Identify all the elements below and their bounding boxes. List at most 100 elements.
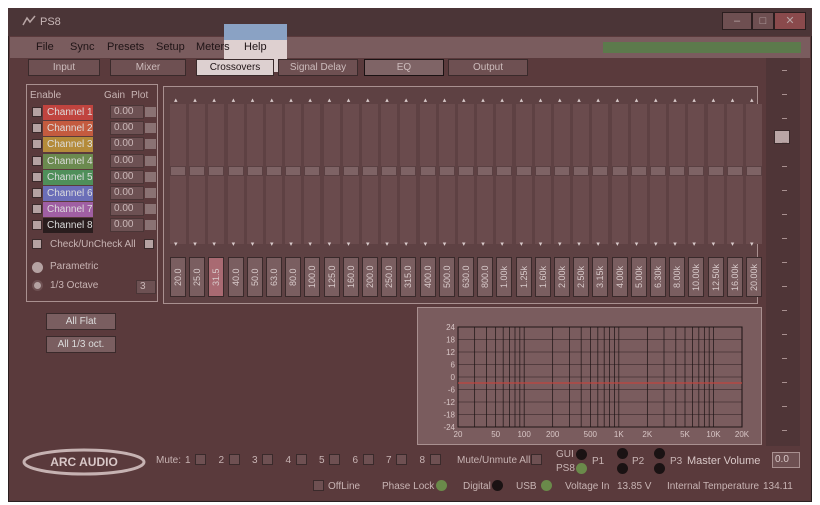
- mute-all-checkbox[interactable]: [531, 454, 542, 465]
- eq-frequency-button[interactable]: 1.60k: [534, 257, 551, 297]
- eq-frequency-button[interactable]: 16.00k: [726, 257, 743, 297]
- tab-input[interactable]: Input: [28, 59, 100, 76]
- channel-plot-checkbox[interactable]: [145, 155, 156, 166]
- menu-presets[interactable]: Presets: [107, 41, 144, 53]
- eq-band-knob[interactable]: [419, 166, 436, 176]
- parametric-radio[interactable]: [32, 262, 43, 273]
- eq-band-knob[interactable]: [208, 166, 225, 176]
- eq-frequency-button[interactable]: 160.0: [342, 257, 359, 297]
- all-third-octave-button[interactable]: All 1/3 oct.: [46, 336, 116, 353]
- tab-eq[interactable]: EQ: [364, 59, 444, 76]
- eq-frequency-button[interactable]: 4.00k: [611, 257, 628, 297]
- maximize-button[interactable]: □: [752, 12, 774, 30]
- menu-setup[interactable]: Setup: [156, 41, 185, 53]
- eq-frequency-button[interactable]: 400.0: [419, 257, 436, 297]
- eq-frequency-button[interactable]: 250.0: [381, 257, 398, 297]
- channel-plot-checkbox[interactable]: [145, 107, 156, 117]
- channel-gain-field[interactable]: 0.00: [110, 153, 144, 168]
- eq-frequency-button[interactable]: 20.0: [170, 257, 186, 297]
- check-all-checkbox[interactable]: [32, 239, 42, 249]
- eq-band-knob[interactable]: [650, 166, 666, 176]
- eq-band-knob[interactable]: [458, 166, 474, 176]
- eq-band-knob[interactable]: [381, 166, 398, 176]
- eq-frequency-button[interactable]: 10.00k: [688, 257, 705, 297]
- eq-frequency-button[interactable]: 12.50k: [707, 257, 724, 297]
- master-volume-field[interactable]: 0.0: [772, 452, 800, 468]
- eq-band-knob[interactable]: [246, 166, 263, 176]
- channel-gain-field[interactable]: 0.00: [110, 137, 144, 152]
- mute-channel-checkbox[interactable]: [295, 454, 307, 465]
- close-button[interactable]: ✕: [774, 12, 806, 30]
- channel-gain-field[interactable]: 0.00: [110, 186, 144, 200]
- eq-band-knob[interactable]: [688, 166, 705, 176]
- channel-gain-field[interactable]: 0.00: [110, 218, 144, 233]
- eq-band-knob[interactable]: [534, 166, 551, 176]
- eq-frequency-button[interactable]: 40.0: [227, 257, 244, 297]
- eq-band-knob[interactable]: [227, 166, 244, 176]
- eq-frequency-button[interactable]: 125.0: [323, 257, 340, 297]
- menu-help[interactable]: Help: [244, 41, 267, 53]
- eq-band-knob[interactable]: [554, 166, 570, 176]
- channel-plot-checkbox[interactable]: [145, 171, 156, 182]
- p2-indicator-top[interactable]: [654, 448, 665, 459]
- eq-band-knob[interactable]: [362, 166, 378, 176]
- channel-enable-checkbox[interactable]: [32, 204, 42, 215]
- mute-channel-checkbox[interactable]: [262, 454, 273, 465]
- mute-channel-checkbox[interactable]: [195, 454, 206, 465]
- eq-frequency-button[interactable]: 200.0: [362, 257, 378, 297]
- eq-frequency-button[interactable]: 5.00k: [630, 257, 647, 297]
- channel-enable-checkbox[interactable]: [32, 123, 42, 134]
- eq-band-knob[interactable]: [189, 166, 206, 176]
- offline-checkbox[interactable]: [313, 480, 324, 491]
- eq-frequency-button[interactable]: 63.0: [266, 257, 282, 297]
- channel-enable-checkbox[interactable]: [32, 155, 42, 166]
- channel-gain-field[interactable]: 0.00: [110, 202, 144, 217]
- eq-frequency-button[interactable]: 80.0: [285, 257, 302, 297]
- channel-enable-checkbox[interactable]: [32, 139, 42, 150]
- eq-frequency-button[interactable]: 6.30k: [650, 257, 666, 297]
- p1-indicator-bottom[interactable]: [617, 463, 628, 474]
- mute-channel-checkbox[interactable]: [329, 454, 340, 465]
- eq-band-knob[interactable]: [304, 166, 321, 176]
- eq-frequency-button[interactable]: 500.0: [438, 257, 455, 297]
- tab-output[interactable]: Output: [448, 59, 528, 76]
- eq-frequency-button[interactable]: 2.50k: [573, 257, 590, 297]
- eq-band-knob[interactable]: [266, 166, 282, 176]
- channel-plot-checkbox[interactable]: [145, 123, 156, 134]
- mute-channel-checkbox[interactable]: [228, 454, 240, 465]
- eq-band-knob[interactable]: [630, 166, 647, 176]
- eq-band-knob[interactable]: [477, 166, 494, 176]
- eq-band-knob[interactable]: [342, 166, 359, 176]
- eq-band-knob[interactable]: [746, 166, 762, 176]
- eq-frequency-button[interactable]: 8.00k: [669, 257, 686, 297]
- eq-band-knob[interactable]: [323, 166, 340, 176]
- eq-frequency-button[interactable]: 50.0: [246, 257, 263, 297]
- channel-plot-checkbox[interactable]: [145, 188, 156, 198]
- eq-frequency-button[interactable]: 630.0: [458, 257, 474, 297]
- menu-meters[interactable]: Meters: [196, 41, 230, 53]
- channel-gain-field[interactable]: 0.00: [110, 105, 144, 119]
- third-octave-radio[interactable]: [32, 280, 43, 291]
- all-flat-button[interactable]: All Flat: [46, 313, 116, 330]
- master-volume-slider[interactable]: [766, 58, 800, 446]
- menu-file[interactable]: File: [36, 41, 54, 53]
- eq-band-knob[interactable]: [438, 166, 455, 176]
- eq-band-knob[interactable]: [592, 166, 609, 176]
- eq-band-knob[interactable]: [707, 166, 724, 176]
- eq-band-knob[interactable]: [515, 166, 532, 176]
- mute-channel-checkbox[interactable]: [362, 454, 374, 465]
- eq-band-knob[interactable]: [669, 166, 686, 176]
- menu-sync[interactable]: Sync: [70, 41, 94, 53]
- channel-plot-checkbox[interactable]: [145, 220, 156, 231]
- p2-indicator-bottom[interactable]: [654, 463, 665, 474]
- channel-plot-checkbox[interactable]: [145, 204, 156, 215]
- tab-crossovers[interactable]: Crossovers: [196, 59, 274, 76]
- channel-enable-checkbox[interactable]: [32, 171, 42, 182]
- eq-frequency-button[interactable]: 1.00k: [496, 257, 513, 297]
- channel-gain-field[interactable]: 0.00: [110, 169, 144, 184]
- eq-band-knob[interactable]: [611, 166, 628, 176]
- p1-indicator-top[interactable]: [617, 448, 628, 459]
- eq-frequency-button[interactable]: 315.0: [400, 257, 417, 297]
- eq-frequency-button[interactable]: 31.5: [208, 257, 225, 297]
- plot-all-checkbox[interactable]: [144, 239, 154, 249]
